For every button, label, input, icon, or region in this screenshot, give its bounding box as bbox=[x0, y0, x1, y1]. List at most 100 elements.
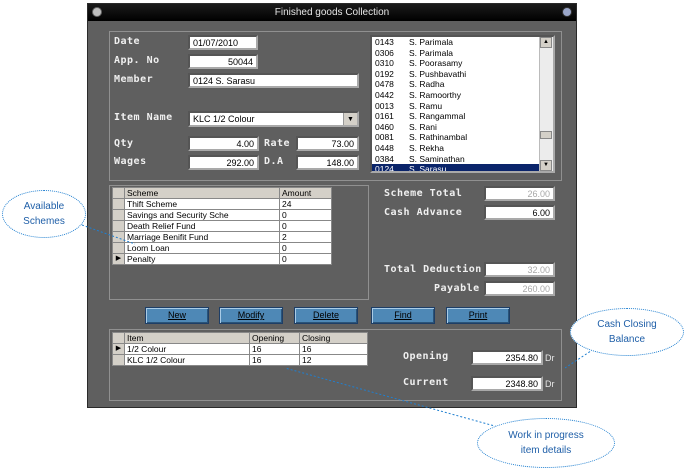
member-list-item[interactable]: 0192 S. Pushbavathi bbox=[372, 69, 553, 80]
total-deduction-field: 32.00 bbox=[484, 262, 555, 277]
rate-field[interactable]: 73.00 bbox=[296, 136, 359, 151]
opening-column-header: Opening bbox=[249, 332, 300, 344]
scheme-name-cell[interactable]: Savings and Security Sche bbox=[124, 209, 280, 221]
opening-label: Opening bbox=[403, 351, 449, 362]
row-indicator bbox=[112, 198, 125, 210]
scheme-name-cell[interactable]: Penalty bbox=[124, 253, 280, 265]
member-name: S. Parimala bbox=[409, 47, 453, 58]
member-list-item[interactable]: 0013 S. Ramu bbox=[372, 101, 553, 112]
row-indicator bbox=[112, 242, 125, 254]
member-list-scrollbar[interactable]: ▲ ▼ bbox=[539, 37, 553, 171]
scheme-amount-cell[interactable]: 2 bbox=[279, 231, 332, 243]
member-name: S. Rekha bbox=[409, 142, 444, 153]
member-list-item[interactable]: 0310 S. Poorasamy bbox=[372, 58, 553, 69]
member-list-item[interactable]: 0384 S. Saminathan bbox=[372, 154, 553, 165]
member-name: S. Ramoorthy bbox=[409, 89, 461, 100]
row-indicator bbox=[112, 220, 125, 232]
wip-item-details-callout-text: Work in progress item details bbox=[508, 430, 584, 456]
member-list-item[interactable]: 0478 S. Radha bbox=[372, 79, 553, 90]
item-item-cell[interactable]: 1/2 Colour bbox=[124, 343, 250, 355]
member-list-item[interactable]: 0306 S. Parimala bbox=[372, 48, 553, 59]
da-field[interactable]: 148.00 bbox=[296, 155, 359, 170]
member-list-item[interactable]: 0442 S. Ramoorthy bbox=[372, 90, 553, 101]
member-code: 0442 bbox=[375, 89, 394, 100]
scheme-row[interactable]: ▶ Penalty 0 bbox=[112, 253, 332, 265]
scheme-row[interactable]: Death Relief Fund 0 bbox=[112, 220, 332, 232]
scheme-amount-cell[interactable]: 0 bbox=[279, 209, 332, 221]
member-list-item[interactable]: 0161 S. Rangammal bbox=[372, 111, 553, 122]
date-label: Date bbox=[114, 36, 141, 47]
member-list-item[interactable]: 0081 S. Rathinambal bbox=[372, 132, 553, 143]
items-grid[interactable]: Item Opening Closing ▶ 1/2 Colour 16 16 KLC … bbox=[112, 332, 368, 366]
scheme-grid-header: Scheme Amount bbox=[112, 187, 332, 199]
item-name-select[interactable]: KLC 1/2 Colour ▼ bbox=[188, 111, 359, 127]
item-item-cell[interactable]: KLC 1/2 Colour bbox=[124, 354, 250, 366]
cash-closing-balance-callout: Cash Closing Balance bbox=[570, 308, 684, 356]
member-code: 0192 bbox=[375, 68, 394, 79]
scheme-name-cell[interactable]: Marriage Benifit Fund bbox=[124, 231, 280, 243]
wages-field[interactable]: 292.00 bbox=[188, 155, 259, 170]
member-list-item[interactable]: 0124 S. Sarasu bbox=[372, 164, 553, 173]
member-list-item[interactable]: 0143 S. Parimala bbox=[372, 37, 553, 48]
scroll-down-icon[interactable]: ▼ bbox=[540, 160, 552, 171]
find-button[interactable]: Find bbox=[371, 307, 435, 324]
app-no-label: App. No bbox=[114, 55, 160, 66]
item-row[interactable]: ▶ 1/2 Colour 16 16 bbox=[112, 343, 368, 355]
scheme-name-cell[interactable]: Death Relief Fund bbox=[124, 220, 280, 232]
row-indicator bbox=[112, 354, 125, 366]
current-row-arrow-icon: ▶ bbox=[112, 253, 125, 265]
current-row-arrow-icon: ▶ bbox=[112, 343, 125, 355]
scheme-amount-cell[interactable]: 0 bbox=[279, 220, 332, 232]
chevron-down-icon[interactable]: ▼ bbox=[343, 113, 357, 125]
member-field[interactable]: 0124 S. Sarasu bbox=[188, 73, 359, 88]
close-icon[interactable] bbox=[562, 7, 572, 17]
title-bar: Finished goods Collection bbox=[88, 4, 576, 21]
member-list-item[interactable]: 0460 S. Rani bbox=[372, 122, 553, 133]
item-opening-cell[interactable]: 16 bbox=[249, 354, 300, 366]
scheme-row[interactable]: Loom Loan 0 bbox=[112, 242, 332, 254]
member-code: 0013 bbox=[375, 100, 394, 111]
item-column-header: Item bbox=[124, 332, 250, 344]
member-code: 0478 bbox=[375, 79, 394, 90]
payable-field: 260.00 bbox=[484, 281, 555, 296]
scheme-grid[interactable]: Scheme Amount Thift Scheme 24 Savings and … bbox=[112, 187, 332, 265]
scheme-name-cell[interactable]: Loom Loan bbox=[124, 242, 280, 254]
scheme-name-cell[interactable]: Thift Scheme bbox=[124, 198, 280, 210]
modify-button[interactable]: Modify bbox=[219, 307, 283, 324]
scheme-amount-cell[interactable]: 24 bbox=[279, 198, 332, 210]
delete-button[interactable]: Delete bbox=[294, 307, 358, 324]
scroll-up-icon[interactable]: ▲ bbox=[540, 37, 552, 48]
member-code: 0161 bbox=[375, 111, 394, 122]
window-title: Finished goods Collection bbox=[274, 7, 390, 18]
member-name: S. Rani bbox=[409, 121, 437, 132]
wip-item-details-callout: Work in progress item details bbox=[477, 418, 615, 468]
qty-field[interactable]: 4.00 bbox=[188, 136, 259, 151]
member-name: S. Rathinambal bbox=[409, 132, 468, 143]
member-list-item[interactable]: 0448 S. Rekha bbox=[372, 143, 553, 154]
app-no-field[interactable]: 50044 bbox=[188, 54, 258, 69]
new-button[interactable]: New bbox=[145, 307, 209, 324]
cash-advance-field[interactable]: 6.00 bbox=[484, 205, 555, 220]
row-indicator bbox=[112, 209, 125, 221]
member-code: 0384 bbox=[375, 153, 394, 164]
opening-balance-field: 2354.80 bbox=[471, 350, 543, 365]
finished-goods-window: Finished goods Collection Date 01/07/201… bbox=[87, 3, 577, 408]
item-closing-cell[interactable]: 16 bbox=[299, 343, 368, 355]
scheme-amount-cell[interactable]: 0 bbox=[279, 242, 332, 254]
scroll-thumb[interactable] bbox=[540, 131, 552, 139]
item-closing-cell[interactable]: 12 bbox=[299, 354, 368, 366]
current-label: Current bbox=[403, 377, 449, 388]
item-opening-cell[interactable]: 16 bbox=[249, 343, 300, 355]
scheme-row[interactable]: Marriage Benifit Fund 2 bbox=[112, 231, 332, 243]
print-button[interactable]: Print bbox=[446, 307, 510, 324]
item-row[interactable]: KLC 1/2 Colour 16 12 bbox=[112, 354, 368, 366]
member-list[interactable]: 0143 S. Parimala 0306 S. Parimala 0310 S. Poo… bbox=[370, 35, 555, 173]
scheme-row[interactable]: Savings and Security Sche 0 bbox=[112, 209, 332, 221]
item-name-label: Item Name bbox=[114, 112, 173, 123]
date-field[interactable]: 01/07/2010 bbox=[188, 35, 258, 50]
member-code: 0124 bbox=[375, 164, 394, 173]
scheme-amount-cell[interactable]: 0 bbox=[279, 253, 332, 265]
da-label: D.A bbox=[264, 156, 284, 167]
member-name: S. Saminathan bbox=[409, 153, 465, 164]
scheme-row[interactable]: Thift Scheme 24 bbox=[112, 198, 332, 210]
